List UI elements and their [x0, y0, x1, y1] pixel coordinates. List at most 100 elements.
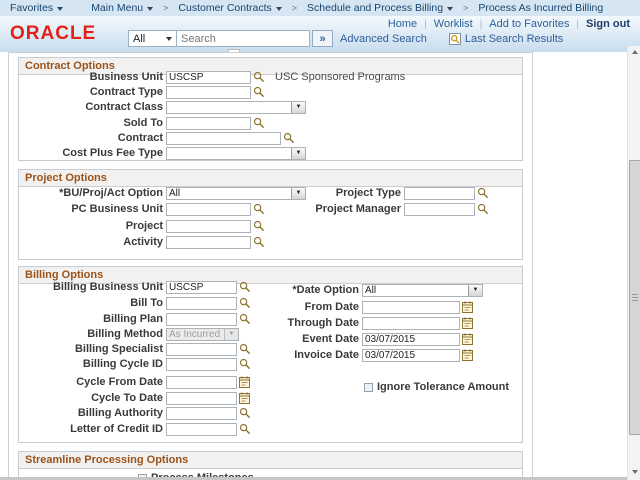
dropdown-arrow-icon[interactable]: ▼ — [291, 148, 305, 159]
search-links: Advanced Search Last Search Results — [340, 33, 563, 45]
bu-proj-act-option-label: *BU/Proj/Act Option — [20, 187, 166, 199]
project-label: Project — [20, 220, 166, 232]
calendar-icon[interactable] — [462, 333, 473, 345]
last-search-results-link[interactable]: Last Search Results — [465, 33, 563, 45]
lookup-icon[interactable] — [477, 187, 489, 199]
bill-to-label: Bill To — [20, 297, 166, 309]
dropdown-arrow-icon[interactable]: ▼ — [468, 285, 482, 296]
contract-class-select[interactable]: ▼ — [166, 101, 306, 114]
home-link[interactable]: Home — [388, 18, 417, 30]
event-date-input[interactable] — [362, 333, 460, 346]
breadcrumb-separator: > — [163, 3, 168, 13]
event-date-label: Event Date — [250, 333, 362, 345]
dropdown-arrow-icon[interactable]: ▼ — [291, 188, 305, 199]
chevron-down-icon — [147, 7, 153, 11]
lookup-icon[interactable] — [253, 203, 265, 215]
letter-of-credit-id-input[interactable] — [166, 423, 237, 436]
billing-cycle-id-input[interactable] — [166, 358, 237, 371]
lookup-icon[interactable] — [239, 423, 251, 435]
dropdown-arrow-icon[interactable]: ▼ — [291, 102, 305, 113]
business-unit-description: USC Sponsored Programs — [275, 71, 405, 83]
business-unit-input[interactable] — [166, 71, 251, 84]
project-manager-input[interactable] — [404, 203, 475, 216]
billing-method-select-disabled: As Incurred ▼ — [166, 328, 239, 341]
lookup-icon[interactable] — [253, 86, 265, 98]
cycle-from-date-input[interactable] — [166, 376, 237, 389]
date-option-select[interactable]: All ▼ — [362, 284, 483, 297]
billing-method-value: As Incurred — [167, 329, 224, 340]
breadcrumb-separator: > — [292, 3, 297, 13]
chevron-down-icon — [57, 7, 63, 11]
cycle-to-date-label: Cycle To Date — [20, 392, 166, 404]
calendar-icon[interactable] — [462, 317, 473, 329]
worklist-link[interactable]: Worklist — [434, 18, 473, 30]
search-go-button[interactable]: » — [312, 30, 333, 47]
project-type-input[interactable] — [404, 187, 475, 200]
project-input[interactable] — [166, 220, 251, 233]
breadcrumb-favorites[interactable]: Favorites — [10, 2, 63, 14]
chevron-down-icon — [447, 7, 453, 11]
billing-authority-input[interactable] — [166, 407, 237, 420]
billing-authority-label: Billing Authority — [20, 407, 166, 419]
contract-input[interactable] — [166, 132, 281, 145]
invoice-date-input[interactable] — [362, 349, 460, 362]
letter-of-credit-id-label: Letter of Credit ID — [20, 423, 166, 435]
billing-plan-input[interactable] — [166, 313, 237, 326]
lookup-icon[interactable] — [283, 132, 295, 144]
breadcrumb-label: Schedule and Process Billing — [307, 2, 443, 14]
ignore-tolerance-amount-checkbox[interactable] — [364, 383, 373, 392]
breadcrumb-customer-contracts[interactable]: Customer Contracts — [178, 2, 281, 14]
add-to-favorites-link[interactable]: Add to Favorites — [489, 18, 569, 30]
ignore-tolerance-amount-label: Ignore Tolerance Amount — [377, 381, 509, 393]
lookup-icon[interactable] — [239, 358, 251, 370]
billing-business-unit-input[interactable] — [166, 281, 237, 294]
through-date-input[interactable] — [362, 317, 460, 330]
pc-business-unit-label: PC Business Unit — [20, 203, 166, 215]
project-manager-label: Project Manager — [312, 203, 404, 215]
contract-type-input[interactable] — [166, 86, 251, 99]
lookup-icon[interactable] — [253, 220, 265, 232]
calendar-icon[interactable] — [462, 301, 473, 313]
lookup-icon[interactable] — [253, 117, 265, 129]
pc-business-unit-input[interactable] — [166, 203, 251, 216]
scroll-down-arrow-icon[interactable] — [628, 466, 640, 478]
lookup-icon[interactable] — [253, 71, 265, 83]
link-divider: | — [576, 19, 579, 30]
calendar-icon[interactable] — [239, 392, 250, 404]
from-date-input[interactable] — [362, 301, 460, 314]
breadcrumb-main-menu[interactable]: Main Menu — [91, 2, 153, 14]
header-links: Home | Worklist | Add to Favorites | Sig… — [381, 17, 632, 31]
lookup-icon[interactable] — [239, 407, 251, 419]
contract-label: Contract — [20, 132, 166, 144]
lookup-icon[interactable] — [253, 236, 265, 248]
contract-class-label: Contract Class — [20, 101, 166, 113]
dropdown-arrow-icon: ▼ — [224, 329, 238, 340]
billing-method-label: Billing Method — [20, 328, 166, 340]
streamline-processing-options-section: Streamline Processing Options — [18, 451, 523, 480]
sold-to-label: Sold To — [20, 117, 166, 129]
sign-out-link[interactable]: Sign out — [586, 18, 630, 30]
scroll-up-arrow-icon[interactable] — [628, 46, 640, 58]
header: ORACLE Home | Worklist | Add to Favorite… — [0, 16, 640, 52]
breadcrumb-current-page: Process As Incurred Billing — [478, 2, 603, 14]
activity-input[interactable] — [166, 236, 251, 249]
lookup-icon[interactable] — [477, 203, 489, 215]
vertical-scrollbar[interactable] — [627, 46, 640, 480]
search-input[interactable] — [177, 30, 310, 47]
search-scope-select[interactable]: All — [128, 30, 177, 47]
cost-plus-fee-type-select[interactable]: ▼ — [166, 147, 306, 160]
billing-plan-label: Billing Plan — [20, 313, 166, 325]
bu-proj-act-option-select[interactable]: All ▼ — [166, 187, 306, 200]
breadcrumb-schedule-process-billing[interactable]: Schedule and Process Billing — [307, 2, 453, 14]
billing-specialist-input[interactable] — [166, 343, 237, 356]
cost-plus-fee-type-value — [167, 148, 291, 159]
calendar-icon[interactable] — [239, 376, 250, 388]
scrollbar-thumb[interactable] — [629, 160, 640, 435]
cycle-to-date-input[interactable] — [166, 392, 237, 405]
sold-to-input[interactable] — [166, 117, 251, 130]
bill-to-input[interactable] — [166, 297, 237, 310]
link-divider: | — [480, 19, 483, 30]
advanced-search-link[interactable]: Advanced Search — [340, 33, 427, 45]
from-date-label: From Date — [250, 301, 362, 313]
calendar-icon[interactable] — [462, 349, 473, 361]
